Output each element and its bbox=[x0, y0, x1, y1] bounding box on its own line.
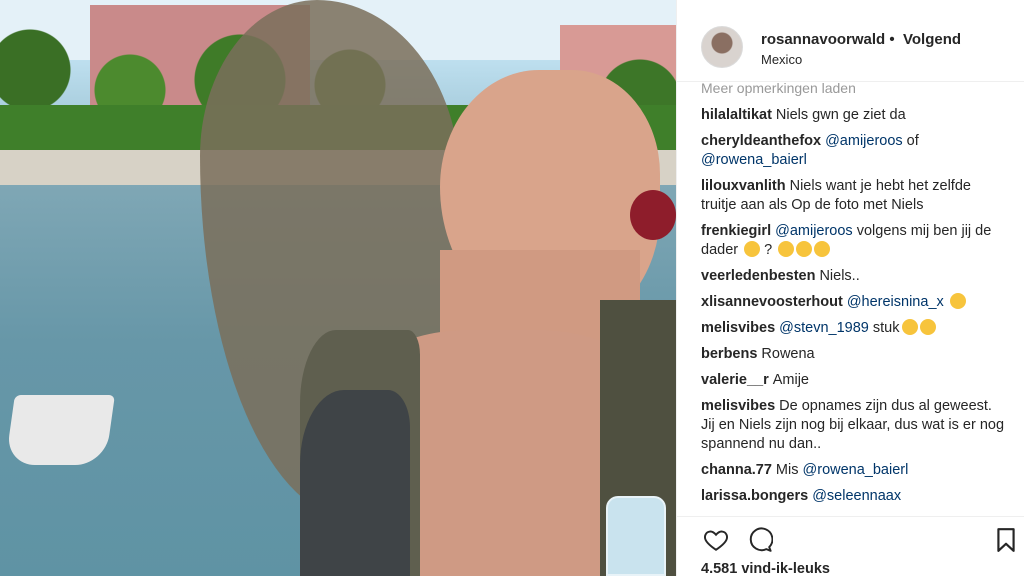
comment-username[interactable]: berbens bbox=[701, 346, 757, 362]
comment-username[interactable]: larissa.bongers bbox=[701, 488, 808, 504]
comment-text-end: ? bbox=[760, 242, 773, 258]
username-link[interactable]: rosannavoorwald • bbox=[761, 31, 895, 48]
comment-username[interactable]: hilalaltikat bbox=[701, 107, 772, 123]
comment: melisvibes De opnames zijn dus al geweest… bbox=[701, 397, 1005, 454]
comment-text: Amije bbox=[772, 372, 809, 388]
comment: larissa.bongers @seleennaax bbox=[701, 487, 1005, 506]
comment: melisvibes @stevn_1989 stuk bbox=[701, 319, 1005, 338]
comment: hilalaltikat Niels gwn ge ziet da bbox=[701, 106, 1005, 125]
bookmark-icon[interactable] bbox=[995, 527, 1017, 553]
comment-text: of bbox=[902, 133, 919, 149]
avatar[interactable] bbox=[701, 26, 743, 68]
joy-emoji-icon bbox=[919, 319, 936, 335]
comment: channa.77 Mis @rowena_baierl bbox=[701, 461, 1005, 480]
likes-count[interactable]: 4.581 vind-ik-leuks bbox=[701, 561, 830, 576]
comment: xlisannevoosterhout @hereisnina_x bbox=[701, 293, 1005, 312]
post-actions: 4.581 vind-ik-leuks bbox=[677, 516, 1024, 576]
comment-mention[interactable]: @rowena_baierl bbox=[803, 462, 909, 478]
comment: frenkiegirl @amijeroos volgens mij ben ji… bbox=[701, 222, 1005, 260]
comment-username[interactable]: veerledenbesten bbox=[701, 268, 815, 284]
comment-icon[interactable] bbox=[747, 527, 773, 553]
post-side-panel: rosannavoorwald • Volgend Mexico Meer op… bbox=[676, 0, 1024, 576]
comments-list[interactable]: Meer opmerkingen laden hilalaltikat Niels… bbox=[677, 82, 1024, 516]
load-more-comments[interactable]: Meer opmerkingen laden bbox=[701, 82, 1005, 98]
comment-mention[interactable]: @hereisnina_x bbox=[847, 294, 944, 310]
comment: lilouxvanlith Niels want je hebt het zelf… bbox=[701, 177, 1005, 215]
photo-boat bbox=[5, 395, 115, 465]
photo-tattoo bbox=[300, 390, 410, 576]
comment-mention[interactable]: @seleennaax bbox=[812, 488, 901, 504]
comment-username[interactable]: xlisannevoosterhout bbox=[701, 294, 843, 310]
comment-text: stuk bbox=[868, 320, 900, 336]
following-button[interactable]: Volgend bbox=[903, 31, 961, 48]
joy-emoji-icon bbox=[901, 319, 918, 335]
comment: berbens Rowena bbox=[701, 345, 1005, 364]
hug-emoji-icon bbox=[814, 241, 831, 257]
comment: cheryldeanthefox @amijeroos of @rowena_bai… bbox=[701, 132, 1005, 170]
post-header: rosannavoorwald • Volgend Mexico bbox=[677, 0, 1024, 82]
smirk-emoji-icon bbox=[744, 241, 761, 257]
photo-bottle bbox=[606, 496, 666, 576]
photo-lips bbox=[630, 190, 676, 240]
location-link[interactable]: Mexico bbox=[761, 52, 802, 67]
comment: veerledenbesten Niels.. bbox=[701, 267, 1005, 286]
comment-text: Rowena bbox=[761, 346, 815, 362]
comment-username[interactable]: melisvibes bbox=[701, 398, 775, 414]
comment-mention[interactable]: @amijeroos bbox=[775, 223, 853, 239]
separator-dot: • bbox=[889, 31, 895, 48]
comment-text: Niels.. bbox=[819, 268, 860, 284]
heart-icon[interactable] bbox=[703, 527, 729, 553]
comment-username[interactable]: valerie__r bbox=[701, 372, 769, 388]
comment-text: Niels gwn ge ziet da bbox=[775, 107, 906, 123]
hug-emoji-icon bbox=[778, 241, 795, 257]
comment-mention[interactable]: @stevn_1989 bbox=[779, 320, 869, 336]
hug-emoji-icon bbox=[796, 241, 813, 257]
username-text[interactable]: rosannavoorwald bbox=[761, 31, 885, 48]
comment-username[interactable]: channa.77 bbox=[701, 462, 772, 478]
comment-username[interactable]: frenkiegirl bbox=[701, 223, 771, 239]
scream-emoji-icon bbox=[949, 293, 966, 309]
post-photo[interactable] bbox=[0, 0, 676, 576]
comment-username[interactable]: cheryldeanthefox bbox=[701, 133, 821, 149]
comment-mention[interactable]: @rowena_baierl bbox=[701, 152, 807, 168]
comment-username[interactable]: melisvibes bbox=[701, 320, 775, 336]
comment-username[interactable]: lilouxvanlith bbox=[701, 178, 786, 194]
comment-text: Mis bbox=[775, 462, 799, 478]
comment: valerie__r Amije bbox=[701, 371, 1005, 390]
comment-mention[interactable]: @amijeroos bbox=[825, 133, 903, 149]
